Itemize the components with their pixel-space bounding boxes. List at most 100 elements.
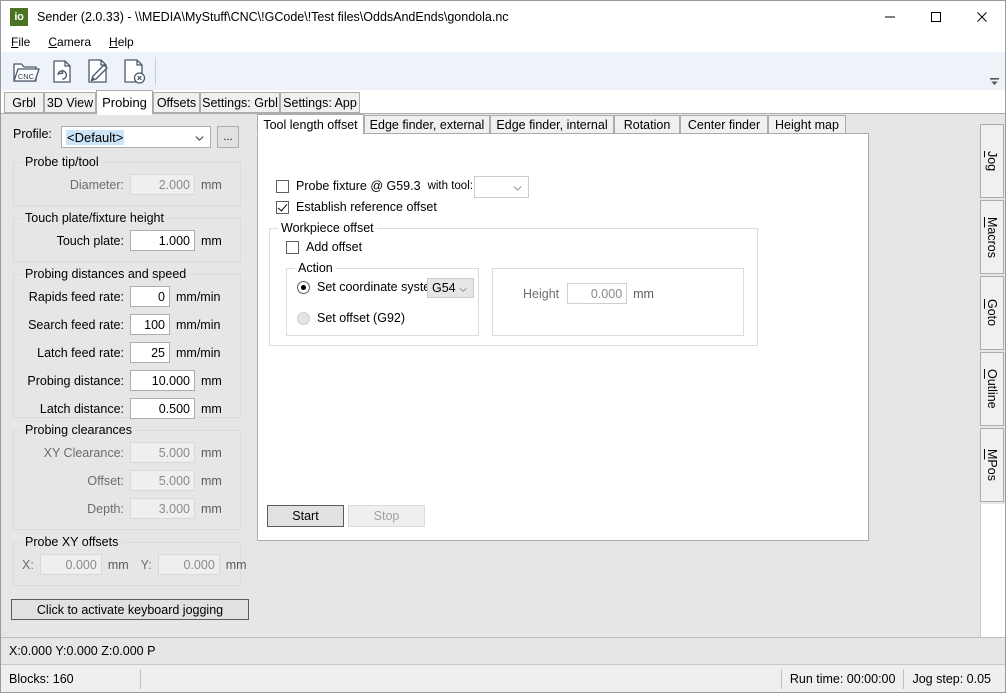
diameter-unit: mm <box>201 177 222 192</box>
set-offset-g92-label: Set offset (G92) <box>317 311 406 325</box>
chevron-down-icon[interactable] <box>987 74 1001 88</box>
right-tab-outline[interactable]: Outline <box>980 352 1004 426</box>
establish-reference-offset-label: Establish reference offset <box>296 200 437 214</box>
group-probe-xy-offsets-title: Probe XY offsets <box>22 535 122 549</box>
diameter-label: Diameter: <box>69 177 124 192</box>
set-coordinate-system-label: Set coordinate system: <box>317 280 445 294</box>
probe-y-offset-unit: mm <box>225 557 247 572</box>
subtab-rotation[interactable]: Rotation <box>614 115 680 134</box>
with-tool-label: with tool: <box>427 180 473 192</box>
coordinate-system-combo[interactable]: G54 <box>427 278 474 298</box>
probing-distance-unit: mm <box>201 373 222 388</box>
open-cnc-file-icon[interactable]: CNC <box>7 53 43 89</box>
group-touch-plate-title: Touch plate/fixture height <box>22 211 167 225</box>
tab-3d-view[interactable]: 3D View <box>44 92 96 113</box>
tab-settings-app[interactable]: Settings: App <box>280 92 360 113</box>
depth-unit: mm <box>201 501 222 516</box>
left-panel-scrollbar-thumb[interactable] <box>1 114 5 534</box>
tab-settings-grbl[interactable]: Settings: Grbl <box>200 92 280 113</box>
edit-file-icon[interactable] <box>79 53 115 89</box>
add-offset-checkbox[interactable] <box>286 240 299 254</box>
tab-offsets[interactable]: Offsets <box>153 92 200 113</box>
menu-item-camera[interactable]: Camera <box>45 33 100 51</box>
probe-xy-offsets-row: X: 0.000 mm Y: 0.000 mm <box>22 554 247 575</box>
chevron-down-icon <box>195 130 204 145</box>
workpiece-height-field[interactable]: 0.000 <box>567 283 628 304</box>
menu-item-file-label: ile <box>18 35 31 49</box>
group-probe-tip-tool: Probe tip/tool Diameter: 2.000 mm <box>13 155 241 206</box>
close-file-icon[interactable] <box>115 53 151 89</box>
profile-label: Profile: <box>13 127 52 141</box>
right-tab-mpos-label: MPos <box>985 449 999 481</box>
search-feed-rate-field[interactable]: 100 <box>130 314 170 335</box>
menu-item-file[interactable]: File <box>8 33 39 51</box>
set-coordinate-system-row: Set coordinate system: <box>297 280 444 294</box>
offset-field[interactable]: 5.000 <box>130 470 195 491</box>
dro-readout: X:0.000 Y:0.000 Z:0.000 P <box>9 644 156 658</box>
xy-clearance-row: XY Clearance: 5.000 mm <box>14 442 242 463</box>
rapids-feed-rate-unit: mm/min <box>176 289 221 304</box>
probing-distance-field[interactable]: 10.000 <box>130 370 195 391</box>
svg-text:CNC: CNC <box>18 72 35 81</box>
right-tab-strip: Jog Macros Goto Outline MPos <box>979 114 1005 671</box>
right-tab-jog[interactable]: Jog <box>980 124 1004 198</box>
set-coordinate-system-radio[interactable] <box>297 280 310 294</box>
tab-grbl[interactable]: Grbl <box>4 92 44 113</box>
profile-browse-button[interactable]: ... <box>217 126 239 148</box>
probe-x-offset-field[interactable]: 0.000 <box>39 554 102 575</box>
probe-fixture-checkbox[interactable] <box>276 179 289 193</box>
latch-feed-rate-label: Latch feed rate: <box>37 345 124 360</box>
probe-y-offset-field[interactable]: 0.000 <box>157 554 220 575</box>
search-feed-rate-label: Search feed rate: <box>28 317 124 332</box>
tab-probing[interactable]: Probing <box>96 90 153 115</box>
status-jog-step: Jog step: 0.05 <box>912 672 991 686</box>
group-probing-distances-title: Probing distances and speed <box>22 267 190 281</box>
probe-fixture-label: Probe fixture @ G59.3 <box>296 179 421 193</box>
reload-file-icon[interactable] <box>43 53 79 89</box>
search-feed-rate-unit: mm/min <box>176 317 221 332</box>
group-workpiece: Height 0.000 mm <box>492 268 744 336</box>
group-probing-distances: Probing distances and speed Rapids feed … <box>13 267 241 419</box>
xy-clearance-label: XY Clearance: <box>43 445 124 460</box>
minimize-icon[interactable] <box>867 1 913 32</box>
probe-x-offset-unit: mm <box>107 557 129 572</box>
subtab-edge-finder-external[interactable]: Edge finder, external <box>364 115 490 134</box>
latch-distance-label: Latch distance: <box>39 401 124 416</box>
right-tab-goto[interactable]: Goto <box>980 276 1004 350</box>
offset-unit: mm <box>201 473 222 488</box>
close-icon[interactable] <box>959 1 1005 32</box>
right-tab-macros[interactable]: Macros <box>980 200 1004 274</box>
menu-item-help[interactable]: Help <box>106 33 143 51</box>
right-tab-mpos[interactable]: MPos <box>980 428 1004 502</box>
group-probe-tip-tool-title: Probe tip/tool <box>22 155 102 169</box>
stop-button[interactable]: Stop <box>348 505 425 527</box>
subtab-tool-length-offset[interactable]: Tool length offset <box>257 114 364 135</box>
activate-keyboard-jogging-button[interactable]: Click to activate keyboard jogging <box>11 599 249 620</box>
offset-row: Offset: 5.000 mm <box>14 470 242 491</box>
tool-select-combo[interactable] <box>474 176 529 198</box>
app-window: io Sender (2.0.33) - \\MEDIA\MyStuff\CNC… <box>0 0 1006 693</box>
start-button[interactable]: Start <box>267 505 344 527</box>
profile-combo[interactable]: <Default> <box>61 126 211 148</box>
latch-feed-rate-field[interactable]: 25 <box>130 342 170 363</box>
subtab-edge-finder-internal[interactable]: Edge finder, internal <box>490 115 614 134</box>
rapids-feed-rate-field[interactable]: 0 <box>130 286 170 307</box>
subtab-center-finder[interactable]: Center finder <box>680 115 768 134</box>
depth-field[interactable]: 3.000 <box>130 498 195 519</box>
group-action-title: Action <box>295 261 336 275</box>
subtab-height-map[interactable]: Height map <box>768 115 846 134</box>
coordinate-system-value: G54 <box>432 281 456 295</box>
main-tab-strip: Grbl 3D View Probing Offsets Settings: G… <box>1 90 1005 115</box>
menu-bar: File Camera Help <box>1 32 1005 52</box>
latch-distance-field[interactable]: 0.500 <box>130 398 195 419</box>
xy-clearance-field[interactable]: 5.000 <box>130 442 195 463</box>
set-offset-g92-radio[interactable] <box>297 311 310 325</box>
workpiece-height-label: Height <box>523 286 560 301</box>
maximize-icon[interactable] <box>913 1 959 32</box>
toolbar-separator <box>155 57 156 85</box>
left-panel-scrollbar[interactable] <box>1 114 5 637</box>
group-workpiece-offset: Workpiece offset Add offset Action Set c… <box>269 221 758 346</box>
touch-plate-field[interactable]: 1.000 <box>130 230 195 251</box>
diameter-field[interactable]: 2.000 <box>130 174 195 195</box>
establish-reference-offset-checkbox[interactable] <box>276 200 289 214</box>
